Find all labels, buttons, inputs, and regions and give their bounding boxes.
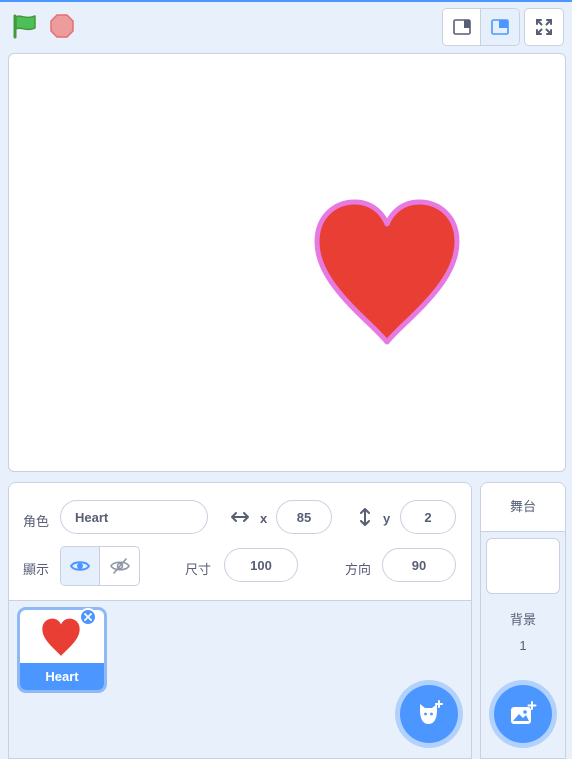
fullscreen-icon	[536, 19, 552, 35]
large-stage-button[interactable]	[481, 9, 519, 45]
eye-slash-icon	[109, 558, 130, 574]
y-label: y	[383, 511, 391, 526]
image-add-icon	[511, 701, 537, 724]
cat-add-icon	[420, 700, 443, 724]
stage-title: 舞台	[481, 483, 565, 532]
direction-input[interactable]: 90	[382, 548, 456, 582]
sprite-pane: 角色 Heart x 85 y 2 顯示 尺寸 100 方向 90 Heart	[8, 482, 472, 759]
sprite-name-label: 角色	[23, 514, 50, 529]
direction-label: 方向	[345, 562, 372, 577]
stage-canvas[interactable]	[8, 53, 566, 472]
green-flag-icon[interactable]	[11, 13, 39, 39]
stop-icon[interactable]	[49, 13, 75, 39]
sprite-name-input[interactable]: Heart	[60, 500, 208, 534]
x-label: x	[260, 511, 268, 526]
heart-icon[interactable]	[311, 196, 463, 346]
show-sprite-button[interactable]	[61, 547, 100, 585]
sprite-info: 角色 Heart x 85 y 2 顯示 尺寸 100 方向 90	[9, 483, 471, 601]
stage-thumbnail[interactable]	[486, 538, 560, 594]
size-label: 尺寸	[185, 562, 212, 577]
stage-size-toggle	[442, 8, 520, 46]
small-stage-icon	[452, 19, 471, 35]
fullscreen-button[interactable]	[524, 8, 564, 46]
sprite-tile-name: Heart	[20, 663, 104, 690]
y-input[interactable]: 2	[400, 500, 456, 534]
visibility-toggle	[60, 546, 140, 586]
delete-sprite-button[interactable]	[79, 608, 97, 626]
vertical-arrow-icon	[358, 507, 372, 532]
eye-icon	[70, 561, 90, 571]
show-label: 顯示	[23, 562, 50, 577]
small-stage-button[interactable]	[443, 9, 481, 45]
size-input[interactable]: 100	[224, 548, 298, 582]
hide-sprite-button[interactable]	[100, 547, 139, 585]
add-backdrop-button[interactable]	[494, 685, 552, 743]
large-stage-icon	[491, 19, 509, 35]
horizontal-arrow-icon	[230, 510, 250, 529]
backdrop-label: 背景	[509, 612, 536, 627]
x-input[interactable]: 85	[276, 500, 332, 534]
close-icon	[84, 613, 92, 621]
backdrop-count: 1	[519, 638, 527, 653]
add-sprite-button[interactable]	[400, 685, 458, 743]
top-border	[0, 0, 572, 2]
heart-thumbnail-icon	[42, 618, 80, 656]
stage-selector: 舞台 背景 1	[480, 482, 566, 759]
